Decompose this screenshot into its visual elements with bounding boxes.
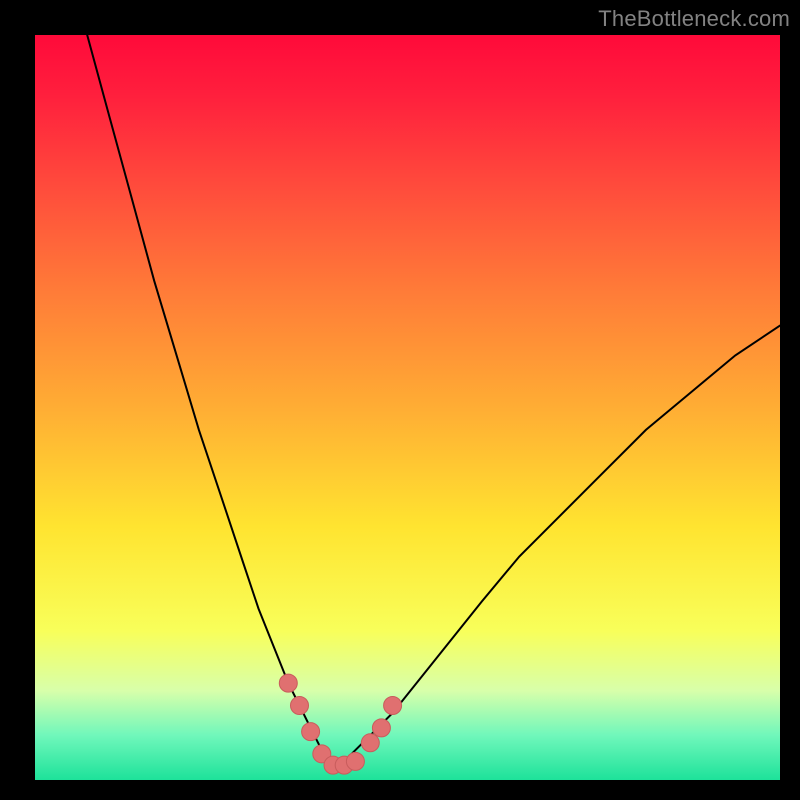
plot-area	[35, 35, 780, 780]
trough-marker	[384, 697, 402, 715]
bottleneck-curve	[35, 35, 780, 780]
curve-right-branch	[333, 326, 780, 765]
watermark-text: TheBottleneck.com	[598, 6, 790, 32]
trough-marker	[302, 723, 320, 741]
trough-marker	[291, 697, 309, 715]
trough-marker	[346, 752, 364, 770]
curve-left-branch	[87, 35, 333, 765]
trough-marker	[279, 674, 297, 692]
outer-frame: TheBottleneck.com	[0, 0, 800, 800]
trough-marker	[361, 734, 379, 752]
trough-marker	[372, 719, 390, 737]
